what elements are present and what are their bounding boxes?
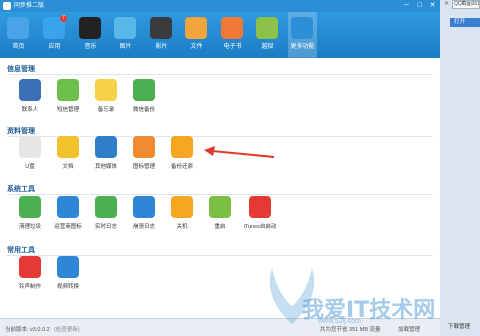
minimize-button[interactable]: ─: [401, 1, 412, 10]
app-logo-icon: [3, 2, 11, 10]
video-convert-icon: [57, 256, 79, 278]
toolbar-label: 图片: [119, 44, 132, 50]
toolbar-label: 应用: [48, 44, 61, 50]
open-button[interactable]: 打开: [450, 18, 480, 27]
close-button[interactable]: ✕: [427, 1, 438, 10]
picture-icon: [114, 17, 136, 39]
content-area: 信息管理联系人 短信管理 备忘录 微信备份资料管理 U盘 文档 其他媒体 图标管理 备份还原系统…: [0, 58, 440, 318]
status-bar: 当前版本: v3.0.0.2 (检查更新) 共为您节省 351 MB 流量 加载…: [0, 318, 440, 336]
app-usb-drive[interactable]: U盘: [10, 136, 50, 176]
app-itunes-autostart[interactable]: iTunes自启动: [240, 196, 280, 236]
app-ringtone[interactable]: 铃声制作: [10, 256, 50, 296]
file-tab[interactable]: QQ截图2013: [452, 0, 480, 9]
annotation-arrow: [204, 146, 275, 158]
home-icon: [7, 17, 29, 39]
main-toolbar: 首页 7 应用 音乐图片 影片文件 电子书 越狱更多功能: [0, 12, 440, 58]
section-title-common: 常用工具: [7, 247, 35, 254]
app-document[interactable]: 文档: [48, 136, 88, 176]
section-divider: [7, 74, 433, 75]
contacts-icon: [19, 79, 41, 101]
app-label: 视频转换: [56, 284, 79, 290]
toolbar-home[interactable]: 首页: [4, 12, 33, 58]
app-power[interactable]: 关机: [162, 196, 202, 236]
section-divider: [7, 194, 433, 195]
crash-log-icon: [133, 196, 155, 218]
ebook-icon: [221, 17, 243, 39]
realtime-log-icon: [95, 196, 117, 218]
app-video-convert[interactable]: 视频转换: [48, 256, 88, 296]
app-crash-log[interactable]: 崩溃日志: [124, 196, 164, 236]
folder-icon: [185, 17, 207, 39]
window-title: 同步推二版: [14, 3, 45, 9]
document-icon: [57, 136, 79, 158]
background-window: ✕ QQ截图2013 打开 下载管理: [440, 0, 480, 336]
toolbar-more-functions[interactable]: 更多功能: [288, 12, 317, 58]
update-badge: 7: [60, 15, 67, 22]
maximize-button[interactable]: □: [414, 1, 425, 10]
power-icon: [171, 196, 193, 218]
app-label: 微信备份: [132, 107, 155, 113]
carrier-icon-icon: [57, 196, 79, 218]
version-text: 当前版本: v3.0.0.2: [5, 327, 50, 333]
icon-manage-icon: [133, 136, 155, 158]
music-icon: [79, 17, 101, 39]
app-restart[interactable]: 重启: [200, 196, 240, 236]
toolbar-film[interactable]: 影片: [147, 12, 176, 58]
other-media-icon: [95, 136, 117, 158]
app-label: iTunes自启动: [243, 224, 277, 230]
usb-drive-icon: [19, 136, 41, 158]
main-window: 同步推二版 ─ □ ✕ 首页 7 应用 音乐图片 影片文件 电子书 越狱更多功能 信息管理联…: [0, 0, 440, 336]
ringtone-icon: [19, 256, 41, 278]
app-other-media[interactable]: 其他媒体: [86, 136, 126, 176]
load-manager-button[interactable]: 加载管理: [398, 325, 420, 333]
clean-junk-icon: [19, 196, 41, 218]
jailbreak-icon: [256, 17, 278, 39]
close-icon[interactable]: ✕: [444, 1, 450, 7]
more-functions-icon: [291, 17, 313, 39]
title-bar: 同步推二版 ─ □ ✕: [0, 0, 440, 12]
app-clean-junk[interactable]: 清理垃圾: [10, 196, 50, 236]
section-title-system: 系统工具: [7, 186, 35, 193]
backup-restore-icon: [171, 136, 193, 158]
app-sms[interactable]: 短信管理: [48, 79, 88, 119]
app-carrier-icon[interactable]: 运营商图标: [48, 196, 88, 236]
toolbar-app-store[interactable]: 7 应用: [40, 12, 69, 58]
sms-icon: [57, 79, 79, 101]
toolbar-label: 文件: [190, 44, 203, 50]
app-realtime-log[interactable]: 实时日志: [86, 196, 126, 236]
check-update-link[interactable]: (检查更新): [54, 325, 80, 333]
toolbar-music[interactable]: 音乐: [76, 12, 105, 58]
wechat-icon: [133, 79, 155, 101]
app-label: 备份还原: [170, 164, 193, 170]
app-icon-manage[interactable]: 图标管理: [124, 136, 164, 176]
app-backup-restore[interactable]: 备份还原: [162, 136, 202, 176]
toolbar-label: 更多功能: [290, 44, 315, 50]
restart-icon: [209, 196, 231, 218]
section-title-resource: 资料管理: [7, 128, 35, 135]
download-manager-button[interactable]: 下载管理: [448, 322, 470, 330]
app-memo[interactable]: 备忘录: [86, 79, 126, 119]
app-wechat[interactable]: 微信备份: [124, 79, 164, 119]
toolbar-ebook[interactable]: 电子书: [218, 12, 247, 58]
traffic-saved-text: 共为您节省 351 MB 流量: [320, 327, 381, 333]
app-contacts[interactable]: 联系人: [10, 79, 50, 119]
film-icon: [150, 17, 172, 39]
section-title-info: 信息管理: [7, 66, 35, 73]
toolbar-picture[interactable]: 图片: [111, 12, 140, 58]
memo-icon: [95, 79, 117, 101]
toolbar-jailbreak[interactable]: 越狱: [253, 12, 282, 58]
toolbar-folder[interactable]: 文件: [182, 12, 211, 58]
itunes-autostart-icon: [249, 196, 271, 218]
